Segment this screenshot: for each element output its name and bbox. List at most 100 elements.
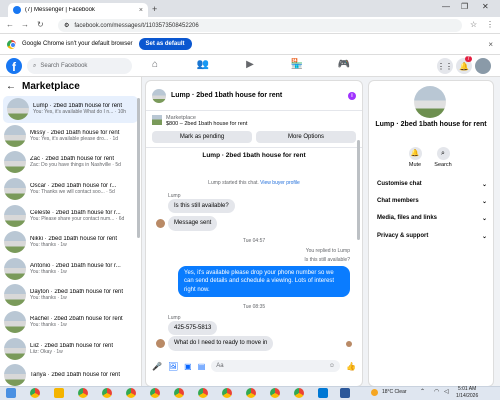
friends-icon[interactable]: 👥	[195, 59, 211, 70]
back-arrow-icon[interactable]: ←	[6, 81, 16, 92]
menu-grid-icon[interactable]: ⋮⋮	[437, 58, 453, 74]
file-explorer-icon[interactable]	[54, 388, 64, 398]
listing-thumbnail	[4, 204, 26, 227]
weather-icon[interactable]	[371, 389, 378, 396]
conversation-item[interactable]: Zac · 2bed 1bath house for rent Zac: Do y…	[0, 149, 141, 176]
outgoing-message-bubble[interactable]: Yes, it's available please drop your pho…	[178, 265, 350, 297]
bookmark-star-icon[interactable]: ☆	[470, 20, 477, 29]
store-icon[interactable]	[318, 388, 328, 398]
chrome-taskbar-icon[interactable]	[294, 388, 304, 398]
info-icon[interactable]: i	[348, 91, 356, 100]
forward-button[interactable]: →	[21, 20, 29, 29]
message-bubble[interactable]: Message sent	[168, 216, 218, 231]
clock[interactable]: 5:01 AM 1/14/2026	[456, 386, 478, 400]
conversation-item[interactable]: Dayton · 2bed 1bath house for rent You: t…	[0, 282, 141, 309]
conversation-item[interactable]: Antonio · 2bed 1bath house for r... You: …	[0, 256, 141, 283]
minimize-window-button[interactable]: —	[442, 2, 450, 11]
chrome-taskbar-icon[interactable]	[126, 388, 136, 398]
chat-header: Lump · 2bed 1bath house for rent i	[146, 81, 362, 111]
media-files-row[interactable]: Media, files and links ⌄	[377, 215, 487, 222]
chrome-taskbar-icon[interactable]	[174, 388, 184, 398]
conversation-item[interactable]: Nikki · 2bed 1bath house for rent You: th…	[0, 229, 141, 256]
browser-menu-icon[interactable]: ⋮	[486, 20, 494, 29]
conversation-item[interactable]: Liiz · 2bed 1bath house for rent Liiz: Ok…	[0, 335, 141, 362]
maximize-window-button[interactable]: ❐	[461, 2, 468, 11]
chat-avatar[interactable]	[152, 88, 166, 103]
conversation-preview: You: thanks · 1w	[30, 268, 67, 275]
details-title: Lump · 2bed 1bath house for rent	[375, 121, 487, 128]
conversation-item[interactable]: Missy · 2bed 1bath house for rent You: Ye…	[0, 123, 141, 150]
profile-avatar[interactable]	[475, 58, 491, 74]
message-input-placeholder: Aa	[216, 363, 224, 369]
conversation-item[interactable]: Tanya · 2bed 1bath house for rent	[0, 362, 141, 387]
conversation-item[interactable]: Oscar · 2bed 1bath house for r... You: Th…	[0, 176, 141, 203]
omnibox[interactable]: ⚙ facebook.com/messages/t/11035735084522…	[58, 19, 462, 32]
message-bubble[interactable]: 425-575-5813	[168, 320, 218, 336]
chrome-taskbar-icon[interactable]	[270, 388, 280, 398]
tray-chevron-icon[interactable]: ⌃	[420, 389, 425, 396]
weather-text[interactable]: 18°C Clear	[382, 389, 407, 396]
marketplace-listing-card[interactable]: Marketplace $800 – 2bed 1bath house for …	[146, 111, 362, 131]
quoted-message[interactable]: Is this still available?	[146, 257, 350, 263]
listing-avatar[interactable]	[414, 86, 446, 118]
conversation-item[interactable]: Lump · 2bed 1bath house for rent You: Yes…	[3, 96, 138, 123]
app-icon[interactable]	[340, 388, 350, 398]
search-label: Search	[434, 162, 452, 168]
conversation-scrollbar[interactable]	[137, 98, 140, 238]
infobar-close-icon[interactable]: ×	[488, 40, 493, 49]
customise-chat-row[interactable]: Customise chat ⌄	[377, 181, 487, 188]
start-icon[interactable]	[6, 388, 16, 398]
conversation-list: Lump · 2bed 1bath house for rent You: Yes…	[0, 96, 141, 387]
chrome-taskbar-icon[interactable]	[78, 388, 88, 398]
wifi-icon[interactable]: ◠	[434, 389, 439, 396]
chat-members-row[interactable]: Chat members ⌄	[377, 198, 487, 205]
home-icon[interactable]: ⌂	[147, 59, 163, 70]
site-info-icon[interactable]: ⚙	[64, 22, 69, 29]
marketplace-title: Marketplace	[22, 81, 80, 92]
chrome-taskbar-icon[interactable]	[150, 388, 160, 398]
back-button[interactable]: ←	[6, 20, 14, 29]
close-tab-icon[interactable]: ×	[139, 7, 143, 14]
new-tab-button[interactable]: +	[152, 4, 157, 14]
chat-header-title[interactable]: Lump · 2bed 1bath house for rent	[171, 92, 282, 99]
more-options-button[interactable]: More Options	[256, 131, 356, 143]
message-bubble[interactable]: Is this still available?	[168, 199, 235, 214]
emoji-icon[interactable]: ☺	[329, 363, 335, 369]
replied-label: You replied to Lump	[305, 247, 350, 254]
message-input[interactable]: Aa ☺	[211, 360, 341, 372]
microphone-icon[interactable]: 🎤	[152, 362, 162, 371]
chrome-taskbar-icon[interactable]	[198, 388, 208, 398]
browser-tab[interactable]: (7) Messenger | Facebook ×	[8, 3, 148, 17]
row-label: Customise chat	[377, 181, 422, 187]
image-icon[interactable]: 🖼	[168, 362, 178, 371]
marketplace-header: ← Marketplace	[0, 77, 141, 96]
chrome-taskbar-icon[interactable]	[30, 388, 40, 398]
video-icon[interactable]: ▶	[242, 59, 258, 70]
conversation-item[interactable]: Celeste · 2bed 1bath house for r... You: …	[0, 202, 141, 229]
chrome-taskbar-icon[interactable]	[222, 388, 232, 398]
set-as-default-button[interactable]: Set as default	[138, 38, 192, 50]
close-window-button[interactable]: ✕	[482, 2, 489, 11]
speaker-icon[interactable]: ◁	[444, 389, 449, 396]
sticker-icon[interactable]: ▣	[184, 362, 192, 371]
mark-as-pending-button[interactable]: Mark as pending	[152, 131, 252, 143]
search-button[interactable]: ⌕ Search	[431, 147, 455, 168]
view-buyer-profile-link[interactable]: View buyer profile	[260, 180, 300, 186]
privacy-support-row[interactable]: Privacy & support ⌄	[377, 233, 487, 240]
gaming-icon[interactable]: 🎮	[336, 59, 352, 70]
sender-avatar[interactable]	[156, 339, 165, 349]
conversation-title: Tanya · 2bed 1bath house for rent	[30, 372, 121, 379]
chat-scrollbar[interactable]	[357, 140, 360, 240]
mute-button[interactable]: 🔔 Mute	[403, 147, 427, 168]
like-thumb-icon[interactable]: 👍	[346, 362, 356, 371]
marketplace-icon[interactable]: 🏪	[289, 59, 305, 70]
facebook-search-input[interactable]: ⌕ Search Facebook	[27, 58, 132, 74]
chrome-taskbar-icon[interactable]	[102, 388, 112, 398]
chrome-taskbar-icon[interactable]	[246, 388, 256, 398]
gif-icon[interactable]: ▤	[198, 362, 206, 371]
reload-button[interactable]: ↻	[37, 20, 44, 29]
message-bubble[interactable]: What do I need to ready to move in	[168, 336, 274, 351]
sender-avatar[interactable]	[156, 219, 165, 229]
conversation-item[interactable]: Rachel · 2bed 2bath house for rent You: t…	[0, 309, 141, 336]
facebook-logo-icon[interactable]: f	[6, 58, 22, 74]
